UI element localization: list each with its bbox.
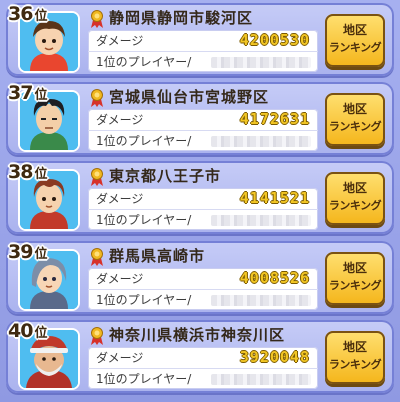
ranking-card: 37 位 宮城県仙台市宮城野区 ダメージ 4172631 1位のプレイヤー/ 地区… <box>6 82 394 155</box>
divider <box>88 368 318 369</box>
rank-number: 40 位 <box>8 320 47 342</box>
top-player-name-blurred <box>211 215 311 226</box>
ranking-card: 39 位 群馬県高崎市 ダメージ 4008526 1位のプレイヤー/ 地区 ランキ… <box>6 241 394 314</box>
region-name: 神奈川県横浜市神奈川区 <box>109 326 286 344</box>
button-label-line1: 地区 <box>342 181 367 195</box>
damage-value: 4200530 <box>239 31 310 49</box>
medal-icon <box>91 168 103 186</box>
divider <box>88 289 318 290</box>
button-label-line1: 地区 <box>342 102 367 116</box>
ranking-card: 38 位 東京都八王子市 ダメージ 4141521 1位のプレイヤー/ 地区 ラン… <box>6 161 394 234</box>
region-ranking-button[interactable]: 地区 ランキング <box>325 331 385 384</box>
top-player-name-blurred <box>211 57 311 68</box>
divider <box>88 209 318 210</box>
divider <box>88 51 318 52</box>
ranking-card: 36 位 静岡県静岡市駿河区 ダメージ 4200530 1位のプレイヤー/ 地区 … <box>6 3 394 76</box>
button-label-line2: ランキング <box>328 279 382 292</box>
top-player-name-blurred <box>211 136 311 147</box>
ranking-card: 40 位 神奈川県横浜市神奈川区 ダメージ 3920048 1位のプレイヤー/ 地… <box>6 320 394 393</box>
button-label-line2: ランキング <box>328 41 382 54</box>
region-name: 東京都八王子市 <box>109 167 222 185</box>
info-box: ダメージ 3920048 1位のプレイヤー/ <box>88 347 318 389</box>
rank-number: 36 位 <box>8 3 47 25</box>
region-ranking-button[interactable]: 地区 ランキング <box>325 93 385 146</box>
button-label-line1: 地区 <box>342 261 367 275</box>
damage-value: 4008526 <box>239 269 310 287</box>
top-player-label: 1位のプレイヤー/ <box>96 55 192 69</box>
top-player-label: 1位のプレイヤー/ <box>96 293 192 307</box>
info-box: ダメージ 4141521 1位のプレイヤー/ <box>88 188 318 230</box>
top-player-label: 1位のプレイヤー/ <box>96 134 192 148</box>
medal-icon <box>91 89 103 107</box>
damage-value: 4172631 <box>239 110 310 128</box>
damage-label: ダメージ <box>96 272 144 286</box>
medal-icon <box>91 327 103 345</box>
damage-value: 4141521 <box>239 189 310 207</box>
rank-number: 38 位 <box>8 161 47 183</box>
damage-value: 3920048 <box>239 348 310 366</box>
rank-number: 37 位 <box>8 82 47 104</box>
region-name: 静岡県静岡市駿河区 <box>109 9 254 27</box>
damage-label: ダメージ <box>96 192 144 206</box>
region-ranking-button[interactable]: 地区 ランキング <box>325 14 385 67</box>
damage-label: ダメージ <box>96 351 144 365</box>
divider <box>88 130 318 131</box>
button-label-line1: 地区 <box>342 23 367 37</box>
top-player-label: 1位のプレイヤー/ <box>96 372 192 386</box>
damage-label: ダメージ <box>96 34 144 48</box>
region-ranking-button[interactable]: 地区 ランキング <box>325 252 385 305</box>
medal-icon <box>91 10 103 28</box>
button-label-line1: 地区 <box>342 340 367 354</box>
button-label-line2: ランキング <box>328 120 382 133</box>
button-label-line2: ランキング <box>328 358 382 371</box>
top-player-label: 1位のプレイヤー/ <box>96 213 192 227</box>
rank-number: 39 位 <box>8 241 47 263</box>
medal-icon <box>91 248 103 266</box>
top-player-name-blurred <box>211 295 311 306</box>
info-box: ダメージ 4172631 1位のプレイヤー/ <box>88 109 318 151</box>
region-name: 宮城県仙台市宮城野区 <box>109 88 270 106</box>
region-ranking-button[interactable]: 地区 ランキング <box>325 172 385 225</box>
button-label-line2: ランキング <box>328 199 382 212</box>
top-player-name-blurred <box>211 374 311 385</box>
info-box: ダメージ 4008526 1位のプレイヤー/ <box>88 268 318 310</box>
region-name: 群馬県高崎市 <box>109 247 206 265</box>
damage-label: ダメージ <box>96 113 144 127</box>
info-box: ダメージ 4200530 1位のプレイヤー/ <box>88 30 318 72</box>
